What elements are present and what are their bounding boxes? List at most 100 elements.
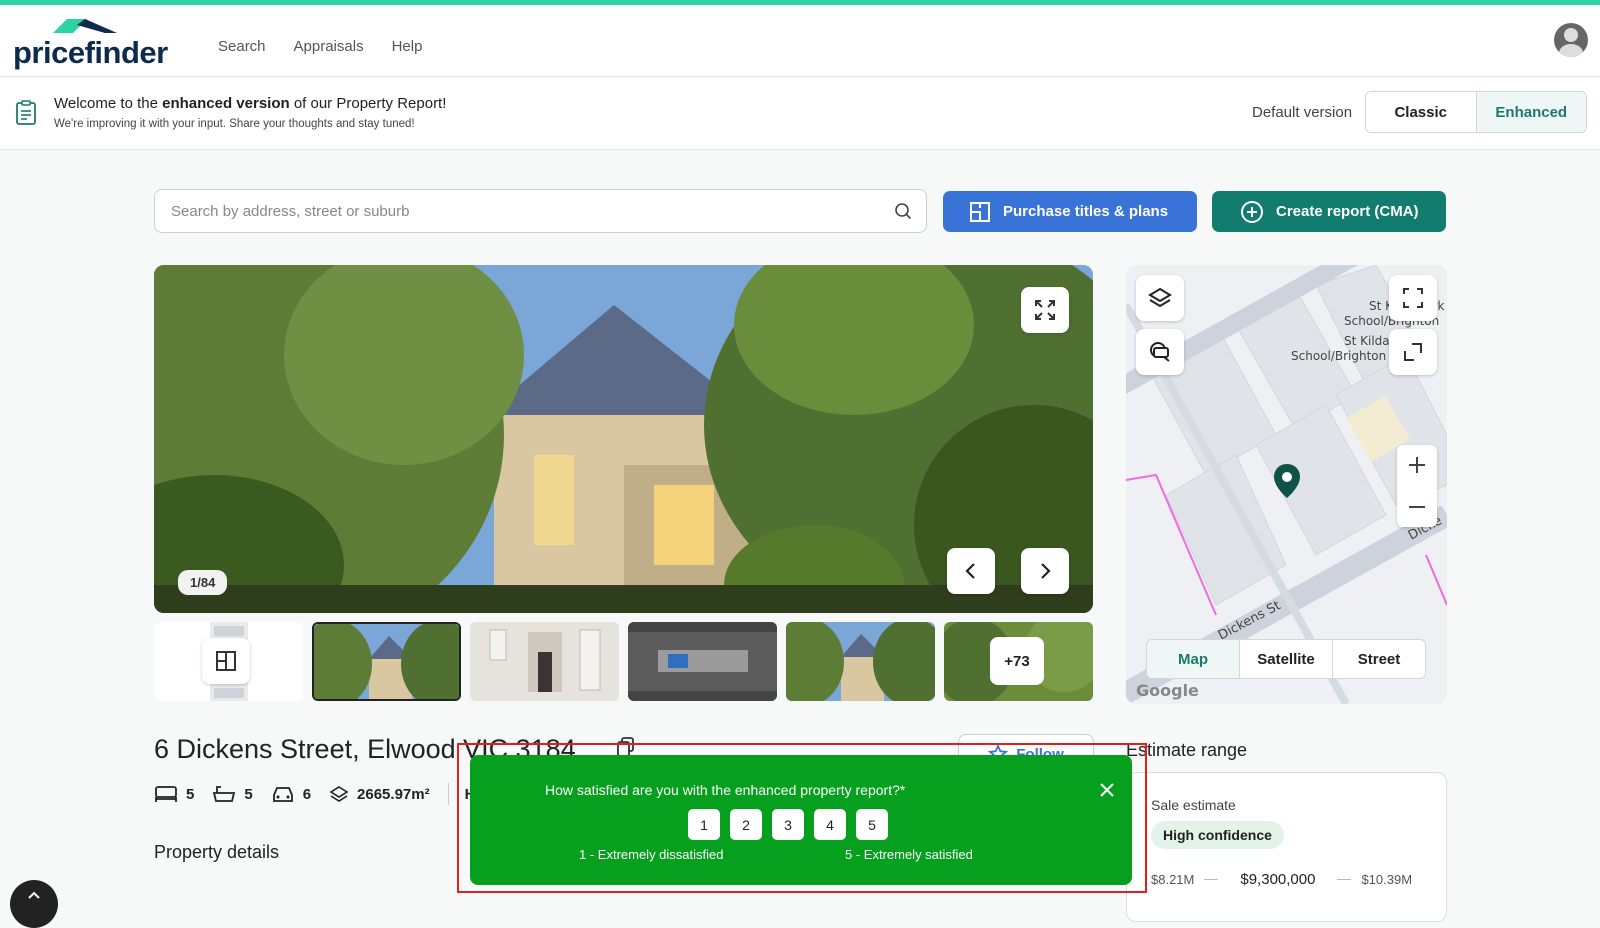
photo-counter: 1/84	[178, 570, 228, 595]
banner-title: Welcome to the enhanced version of our P…	[54, 95, 447, 112]
land-area-value: 2665.97m²	[357, 785, 430, 803]
estimate-card: Sale estimate High confidence $8.21M $9,…	[1126, 772, 1447, 922]
scale-high-label: 5 - Extremely satisfied	[845, 847, 973, 862]
prev-photo-button[interactable]	[947, 548, 995, 594]
map-tab[interactable]: Map	[1147, 640, 1240, 678]
sale-estimate-label: Sale estimate	[1151, 797, 1236, 813]
chevron-left-icon	[965, 563, 975, 579]
address-search	[154, 189, 927, 233]
main-nav: Search Appraisals Help	[218, 38, 422, 55]
search-input[interactable]	[171, 190, 871, 232]
rating-4-button[interactable]: 4	[814, 809, 846, 840]
map-fullscreen-button[interactable]	[1389, 275, 1437, 321]
layers-icon	[1148, 287, 1172, 308]
photo-thumbnails: +73	[154, 622, 1093, 702]
floorplan-button[interactable]	[202, 638, 250, 684]
nav-appraisals[interactable]: Appraisals	[294, 38, 364, 55]
chevron-up-icon	[28, 891, 40, 899]
range-dash	[1337, 879, 1352, 880]
thumbnail-more[interactable]: +73	[944, 622, 1093, 701]
carspaces-count: 6	[302, 785, 312, 803]
bath-icon	[213, 786, 236, 802]
nav-search[interactable]: Search	[218, 38, 266, 55]
scale-low-label: 1 - Extremely dissatisfied	[579, 847, 724, 862]
estimate-mid: $9,300,000	[1240, 871, 1316, 888]
map-tools-button[interactable]	[1136, 329, 1184, 375]
house-thumbnail-image	[314, 624, 459, 699]
more-photos-count[interactable]: +73	[990, 637, 1044, 685]
close-icon[interactable]	[1100, 783, 1114, 797]
classic-version-button[interactable]: Classic	[1366, 92, 1477, 132]
carspaces-feature: 6	[271, 784, 311, 804]
estimate-range: $8.21M $9,300,000 $10.39M	[1151, 871, 1441, 888]
thumbnail-1[interactable]	[312, 622, 461, 701]
map-search-icon	[1150, 342, 1170, 362]
next-photo-button[interactable]	[1021, 548, 1069, 594]
aerial-thumbnail-image	[628, 622, 777, 701]
map-label-school-3: St Kilda	[1344, 334, 1390, 348]
enhanced-version-button[interactable]: Enhanced	[1476, 92, 1586, 132]
app-header: pricefinder Search Appraisals Help	[0, 5, 1600, 77]
bathrooms-count: 5	[244, 785, 253, 803]
zoom-in-icon[interactable]	[1407, 455, 1427, 475]
expand-icon	[1035, 300, 1055, 320]
rating-options: 1 2 3 4 5	[688, 809, 888, 840]
thumbnail-3[interactable]	[628, 622, 777, 701]
rating-3-button[interactable]: 3	[772, 809, 804, 840]
enhanced-version-banner: Welcome to the enhanced version of our P…	[0, 78, 1600, 150]
search-icon[interactable]	[894, 202, 912, 220]
pricefinder-logo[interactable]: pricefinder	[13, 13, 173, 73]
plan-icon	[970, 201, 990, 222]
logo-text: pricefinder	[13, 35, 168, 70]
property-photo[interactable]: 1/84	[154, 265, 1093, 613]
property-features: 5 5 6 2665.97m² Hou	[154, 783, 494, 805]
map-resize-button[interactable]	[1389, 329, 1437, 375]
fullscreen-button[interactable]	[1021, 287, 1069, 333]
create-report-button[interactable]: Create report (CMA)	[1212, 191, 1446, 232]
user-avatar[interactable]	[1554, 23, 1588, 57]
rating-5-button[interactable]: 5	[856, 809, 888, 840]
banner-subtitle: We're improving it with your input. Shar…	[54, 118, 415, 130]
map-layers-button[interactable]	[1136, 275, 1184, 321]
location-pin-icon[interactable]	[1272, 462, 1302, 500]
logo-mark-icon	[53, 19, 117, 33]
default-version-label: Default version	[1252, 104, 1353, 121]
plus-circle-icon	[1241, 200, 1263, 223]
rating-2-button[interactable]: 2	[730, 809, 762, 840]
zoom-out-icon[interactable]	[1407, 497, 1427, 517]
bedrooms-count: 5	[186, 785, 195, 803]
features-divider	[447, 783, 449, 805]
resize-icon	[1404, 343, 1422, 361]
chevron-right-icon	[1041, 563, 1051, 579]
estimate-high: $10.39M	[1361, 872, 1413, 887]
property-details-heading: Property details	[154, 842, 280, 862]
scroll-top-button[interactable]	[10, 880, 58, 928]
confidence-badge: High confidence	[1151, 821, 1284, 849]
street-tab[interactable]: Street	[1333, 640, 1425, 678]
house-thumbnail-image-2	[786, 622, 935, 701]
land-area-icon	[329, 786, 349, 802]
map-label-school-4: School/Brighton	[1291, 349, 1386, 363]
floorplan-thumbnail[interactable]	[154, 622, 303, 701]
map-expand-icon	[1403, 288, 1423, 308]
hallway-thumbnail-image	[470, 622, 619, 701]
car-icon	[272, 787, 293, 802]
thumbnail-4[interactable]	[786, 622, 935, 701]
bedrooms-feature: 5	[154, 784, 194, 804]
bed-icon	[155, 786, 177, 802]
thumbnail-2[interactable]	[470, 622, 619, 701]
property-map[interactable]: Dickens St Dicke St Kilda Park School/Br…	[1126, 265, 1447, 704]
purchase-titles-button[interactable]: Purchase titles & plans	[943, 191, 1197, 232]
clipboard-icon	[16, 100, 36, 125]
estimate-low: $8.21M	[1151, 872, 1195, 887]
floorplan-icon	[216, 651, 236, 671]
google-attribution: Google	[1136, 681, 1199, 700]
rating-1-button[interactable]: 1	[688, 809, 720, 840]
survey-question: How satisfied are you with the enhanced …	[545, 782, 906, 798]
satellite-tab[interactable]: Satellite	[1240, 640, 1333, 678]
land-area-feature: 2665.97m²	[329, 785, 430, 803]
create-report-label: Create report (CMA)	[1276, 203, 1419, 220]
version-toggle: Classic Enhanced	[1365, 91, 1587, 133]
map-zoom-controls	[1397, 445, 1437, 527]
nav-help[interactable]: Help	[392, 38, 423, 55]
